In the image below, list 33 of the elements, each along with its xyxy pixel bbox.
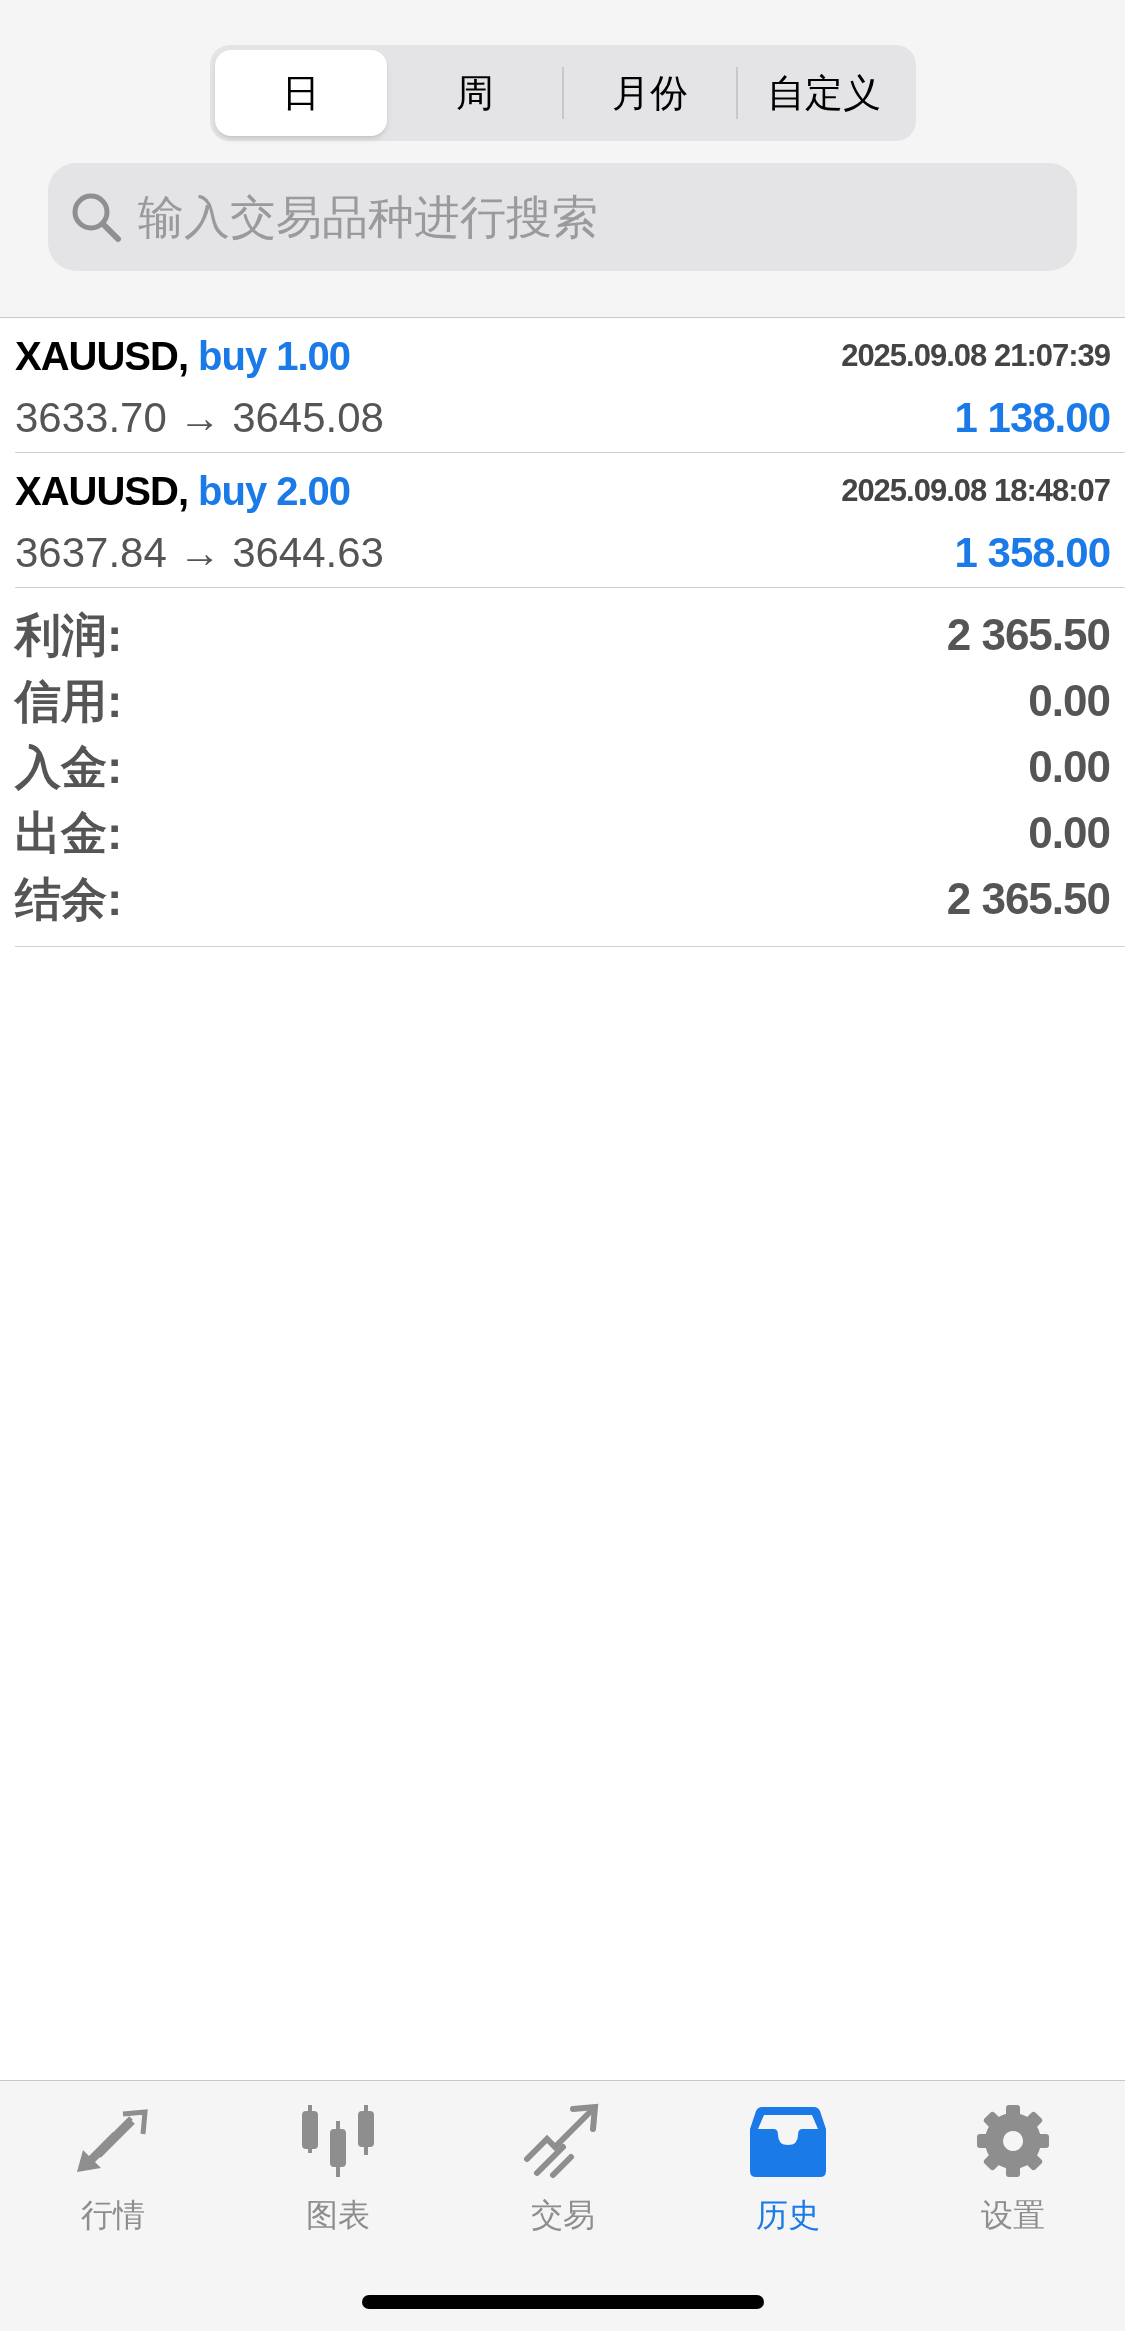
trade-time: 2025.09.08 21:07:39 [841,336,1110,375]
summary-label: 结余: [15,871,123,927]
tab-bar-item[interactable]: 图表 [225,2101,450,2239]
summary-label: 信用: [15,673,123,729]
period-tab[interactable]: 周 [389,50,562,136]
trade-prices: 3637.84 → 3644.63 [15,528,384,578]
trade-symbol: XAUUSD, [15,333,189,380]
tab-bar-item[interactable]: 交易 [450,2101,675,2239]
tab-bar-item[interactable]: 设置 [900,2101,1125,2239]
summary-label: 入金: [15,739,123,795]
summary-value: 2 365.50 [946,873,1110,925]
trade-side-volume: buy 2.00 [198,468,351,515]
trade-side-volume: buy 1.00 [198,333,351,380]
period-tab[interactable]: 日 [214,50,387,136]
period-tab[interactable]: 自定义 [738,50,911,136]
summary-value: 2 365.50 [946,609,1110,661]
search-icon [70,191,122,243]
trade-profit: 1 358.00 [954,528,1110,578]
trade-profit: 1 138.00 [954,393,1110,443]
trade-prices: 3633.70 → 3645.08 [15,393,384,443]
trade-time: 2025.09.08 18:48:07 [841,471,1110,510]
inbox-tray-icon [747,2105,828,2177]
summary-value: 0.00 [1028,807,1110,859]
summary-value: 0.00 [1028,741,1110,793]
period-tab[interactable]: 月份 [563,50,736,136]
summary-label: 利润: [15,607,123,663]
trade-symbol: XAUUSD, [15,468,189,515]
summary-value: 0.00 [1028,675,1110,727]
tab-bar-item[interactable]: 行情 [0,2101,225,2239]
summary-label: 出金: [15,805,123,861]
search-field[interactable]: 输入交易品种进行搜索 [48,163,1077,271]
tab-bar-item[interactable]: 历史 [675,2101,900,2239]
settings-icon [974,2103,1051,2179]
